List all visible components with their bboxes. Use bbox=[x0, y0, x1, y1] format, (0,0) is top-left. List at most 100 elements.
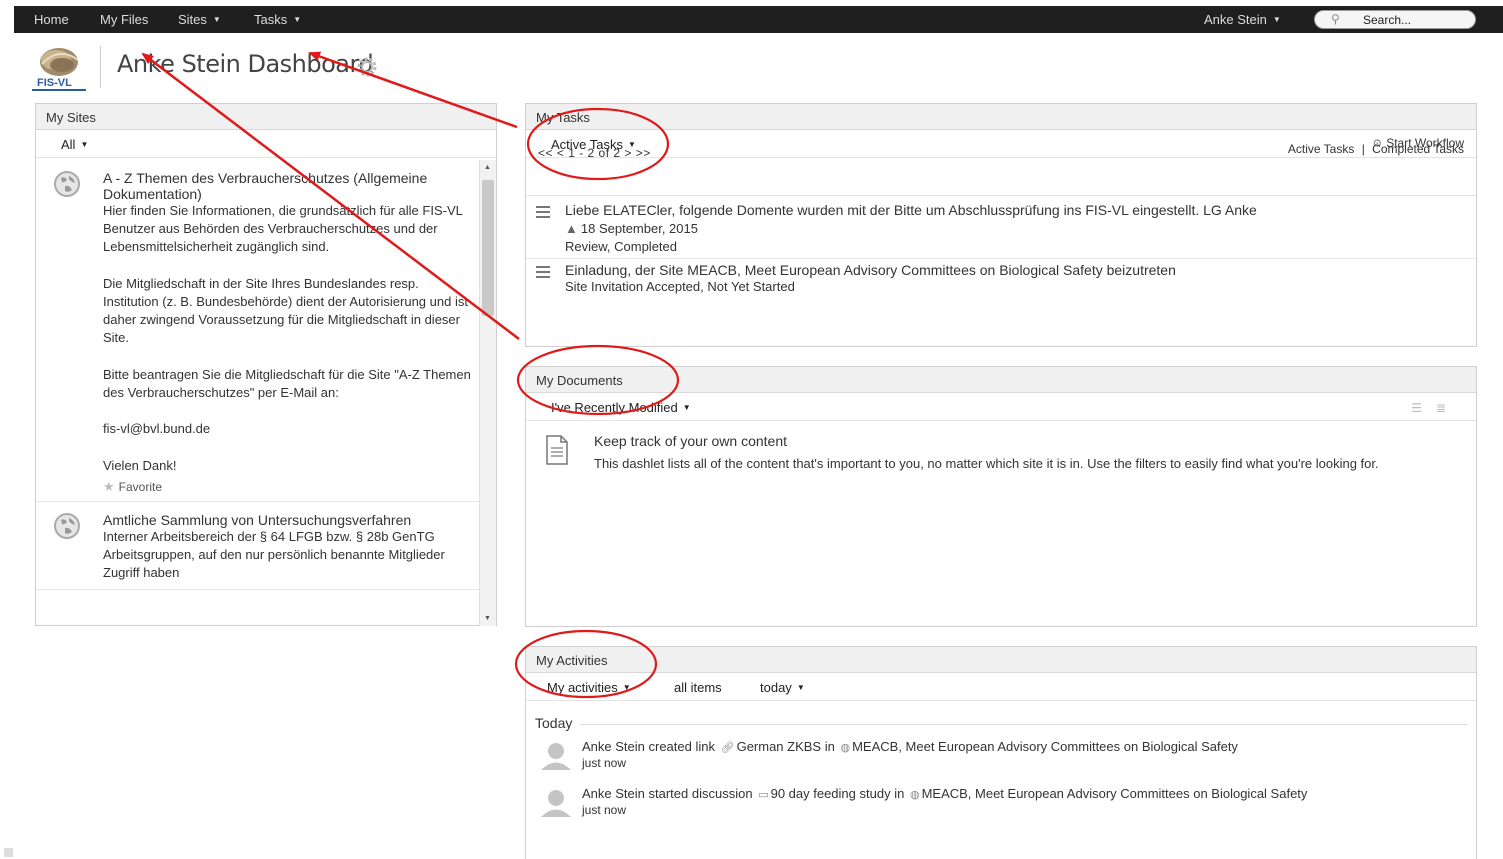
activity-verb: started discussion bbox=[648, 786, 753, 801]
activities-items-filter[interactable]: all items bbox=[674, 680, 722, 695]
task-menu-icon bbox=[536, 266, 550, 281]
task-status: Review, Completed bbox=[565, 239, 677, 254]
avatar[interactable] bbox=[540, 788, 572, 818]
search-input[interactable]: ⚲ Search... bbox=[1314, 10, 1476, 29]
nav-my-files[interactable]: My Files bbox=[100, 12, 148, 27]
user-menu[interactable]: Anke Stein ▼ bbox=[1204, 12, 1281, 27]
link-separator: | bbox=[1361, 142, 1365, 156]
activity-site[interactable]: MEACB, Meet European Advisory Committees… bbox=[852, 739, 1238, 754]
task-status: Site Invitation Accepted, Not Yet Starte… bbox=[565, 279, 795, 294]
activity-actor[interactable]: Anke Stein bbox=[582, 739, 645, 754]
activities-user-label: My activities bbox=[547, 680, 618, 695]
scroll-down-icon[interactable]: ▼ bbox=[484, 615, 491, 622]
avatar[interactable] bbox=[540, 741, 572, 771]
activities-range-filter[interactable]: today ▼ bbox=[760, 680, 805, 695]
site-description: Hier finden Sie Informationen, die grund… bbox=[103, 203, 471, 473]
simple-view-icon[interactable]: ☰ bbox=[1411, 401, 1436, 415]
view-toggle[interactable]: ☰≣ bbox=[1411, 401, 1460, 415]
sites-filter-label: All bbox=[61, 137, 76, 152]
nav-sites[interactable]: Sites ▼ bbox=[178, 12, 221, 27]
my-documents-title: My Documents bbox=[526, 367, 1476, 393]
activity-prep: in bbox=[824, 739, 835, 754]
chevron-down-icon: ▼ bbox=[1272, 15, 1281, 24]
tasks-pager[interactable]: << < 1 - 2 of 2 > >> bbox=[538, 146, 651, 160]
list-item: A - Z Themen des Verbraucherschutzes (Al… bbox=[36, 160, 496, 503]
my-sites-title: My Sites bbox=[36, 104, 496, 130]
completed-tasks-link[interactable]: Completed Tasks bbox=[1372, 142, 1464, 156]
activity-text: Anke Stein started discussion ▭ 90 day fe… bbox=[582, 786, 1307, 801]
scroll-up-icon[interactable]: ▲ bbox=[484, 164, 491, 171]
my-sites-toolbar: All ▼ bbox=[36, 130, 496, 158]
chevron-down-icon: ▼ bbox=[80, 140, 89, 149]
task-date: ▲ 18 September, 2015 bbox=[565, 221, 1476, 236]
task-title[interactable]: Liebe ELATECler, folgende Domente wurden… bbox=[565, 202, 1476, 218]
globe-icon: ◍ bbox=[840, 742, 851, 754]
my-activities-dashlet: My Activities My activities ▼ all items t… bbox=[525, 646, 1477, 859]
task-menu-icon bbox=[536, 206, 550, 221]
nav-home[interactable]: Home bbox=[34, 12, 69, 27]
top-navigation-bar: Home My Files Sites ▼ Tasks ▼ Anke Stein ▼ … bbox=[14, 6, 1503, 33]
my-tasks-title: My Tasks bbox=[526, 104, 1476, 130]
title-divider bbox=[100, 46, 101, 88]
activity-verb: created link bbox=[648, 739, 715, 754]
documents-filter-dropdown[interactable]: I've Recently Modified ▼ bbox=[551, 400, 691, 415]
chevron-down-icon: ▼ bbox=[682, 403, 691, 412]
activity-site[interactable]: MEACB, Meet European Advisory Committees… bbox=[922, 786, 1308, 801]
task-item: Liebe ELATECler, folgende Domente wurden… bbox=[526, 202, 1476, 254]
favorite-toggle[interactable]: ★ Favorite bbox=[103, 479, 496, 495]
task-title[interactable]: Einladung, der Site MEACB, Meet European… bbox=[565, 262, 1476, 278]
sites-filter-dropdown[interactable]: All ▼ bbox=[61, 137, 88, 152]
document-icon bbox=[546, 435, 568, 465]
activity-time: just now bbox=[582, 756, 627, 770]
warning-icon: ▲ bbox=[565, 221, 578, 236]
search-icon: ⚲ bbox=[1331, 12, 1340, 26]
activity-object[interactable]: German ZKBS bbox=[737, 739, 822, 754]
my-documents-dashlet: My Documents I've Recently Modified ▼ ☰≣ … bbox=[525, 366, 1477, 627]
chevron-down-icon: ▼ bbox=[622, 683, 631, 692]
task-item: Einladung, der Site MEACB, Meet European… bbox=[526, 262, 1476, 294]
site-name[interactable]: A - Z Themen des Verbraucherschutzes (Al… bbox=[103, 170, 496, 202]
gear-icon[interactable] bbox=[356, 56, 378, 78]
activity-object[interactable]: 90 day feeding study bbox=[771, 786, 891, 801]
activities-range-label: today bbox=[760, 680, 792, 695]
site-name[interactable]: Amtliche Sammlung von Untersuchungsverfa… bbox=[103, 512, 496, 528]
activity-actor[interactable]: Anke Stein bbox=[582, 786, 645, 801]
detailed-view-icon[interactable]: ≣ bbox=[1436, 401, 1460, 415]
empty-state-title: Keep track of your own content bbox=[594, 433, 787, 449]
nav-tasks[interactable]: Tasks ▼ bbox=[254, 12, 301, 27]
chevron-down-icon: ▼ bbox=[796, 683, 805, 692]
chevron-down-icon: ▼ bbox=[293, 15, 302, 24]
activities-items-label: all items bbox=[674, 680, 722, 695]
discussion-icon: ▭ bbox=[758, 789, 769, 801]
divider bbox=[526, 258, 1476, 259]
day-label: Today bbox=[535, 715, 581, 731]
scrollbar-thumb[interactable] bbox=[482, 180, 494, 316]
my-tasks-dashlet: My Tasks Active Tasks ▼ ⚙ Start Workflow <… bbox=[525, 103, 1477, 347]
activity-prep: in bbox=[894, 786, 905, 801]
nav-sites-label: Sites bbox=[178, 12, 207, 27]
logo-underline bbox=[32, 89, 86, 91]
list-item: Amtliche Sammlung von Untersuchungsverfa… bbox=[36, 502, 496, 590]
activities-user-filter[interactable]: My activities ▼ bbox=[547, 680, 631, 695]
my-documents-toolbar: I've Recently Modified ▼ ☰≣ bbox=[526, 393, 1476, 421]
site-description: Interner Arbeitsbereich der § 64 LFGB bz… bbox=[103, 529, 445, 581]
sites-list: A - Z Themen des Verbraucherschutzes (Al… bbox=[36, 160, 496, 626]
page-title: Anke Stein Dashboard bbox=[117, 50, 374, 78]
logo-text: FIS-VL bbox=[37, 77, 72, 89]
globe-icon bbox=[54, 171, 80, 197]
activity-time: just now bbox=[582, 803, 627, 817]
corner-marker bbox=[4, 848, 13, 857]
sites-scrollbar[interactable]: ▲ ▼ bbox=[479, 160, 496, 626]
star-icon: ★ bbox=[103, 479, 115, 495]
day-divider bbox=[535, 724, 1467, 725]
my-sites-dashlet: My Sites All ▼ A - Z Themen des Verbrauch… bbox=[35, 103, 497, 626]
divider bbox=[526, 195, 1476, 196]
globe-icon: ◍ bbox=[909, 789, 920, 801]
link-icon: 🔗︎ bbox=[720, 742, 735, 754]
my-activities-toolbar: My activities ▼ all items today ▼ bbox=[526, 673, 1476, 701]
tasks-view-links: Active Tasks | Completed Tasks bbox=[1288, 142, 1464, 156]
documents-filter-label: I've Recently Modified bbox=[551, 400, 678, 415]
my-activities-title: My Activities bbox=[526, 647, 1476, 673]
user-name: Anke Stein bbox=[1204, 12, 1267, 27]
active-tasks-link[interactable]: Active Tasks bbox=[1288, 142, 1354, 156]
